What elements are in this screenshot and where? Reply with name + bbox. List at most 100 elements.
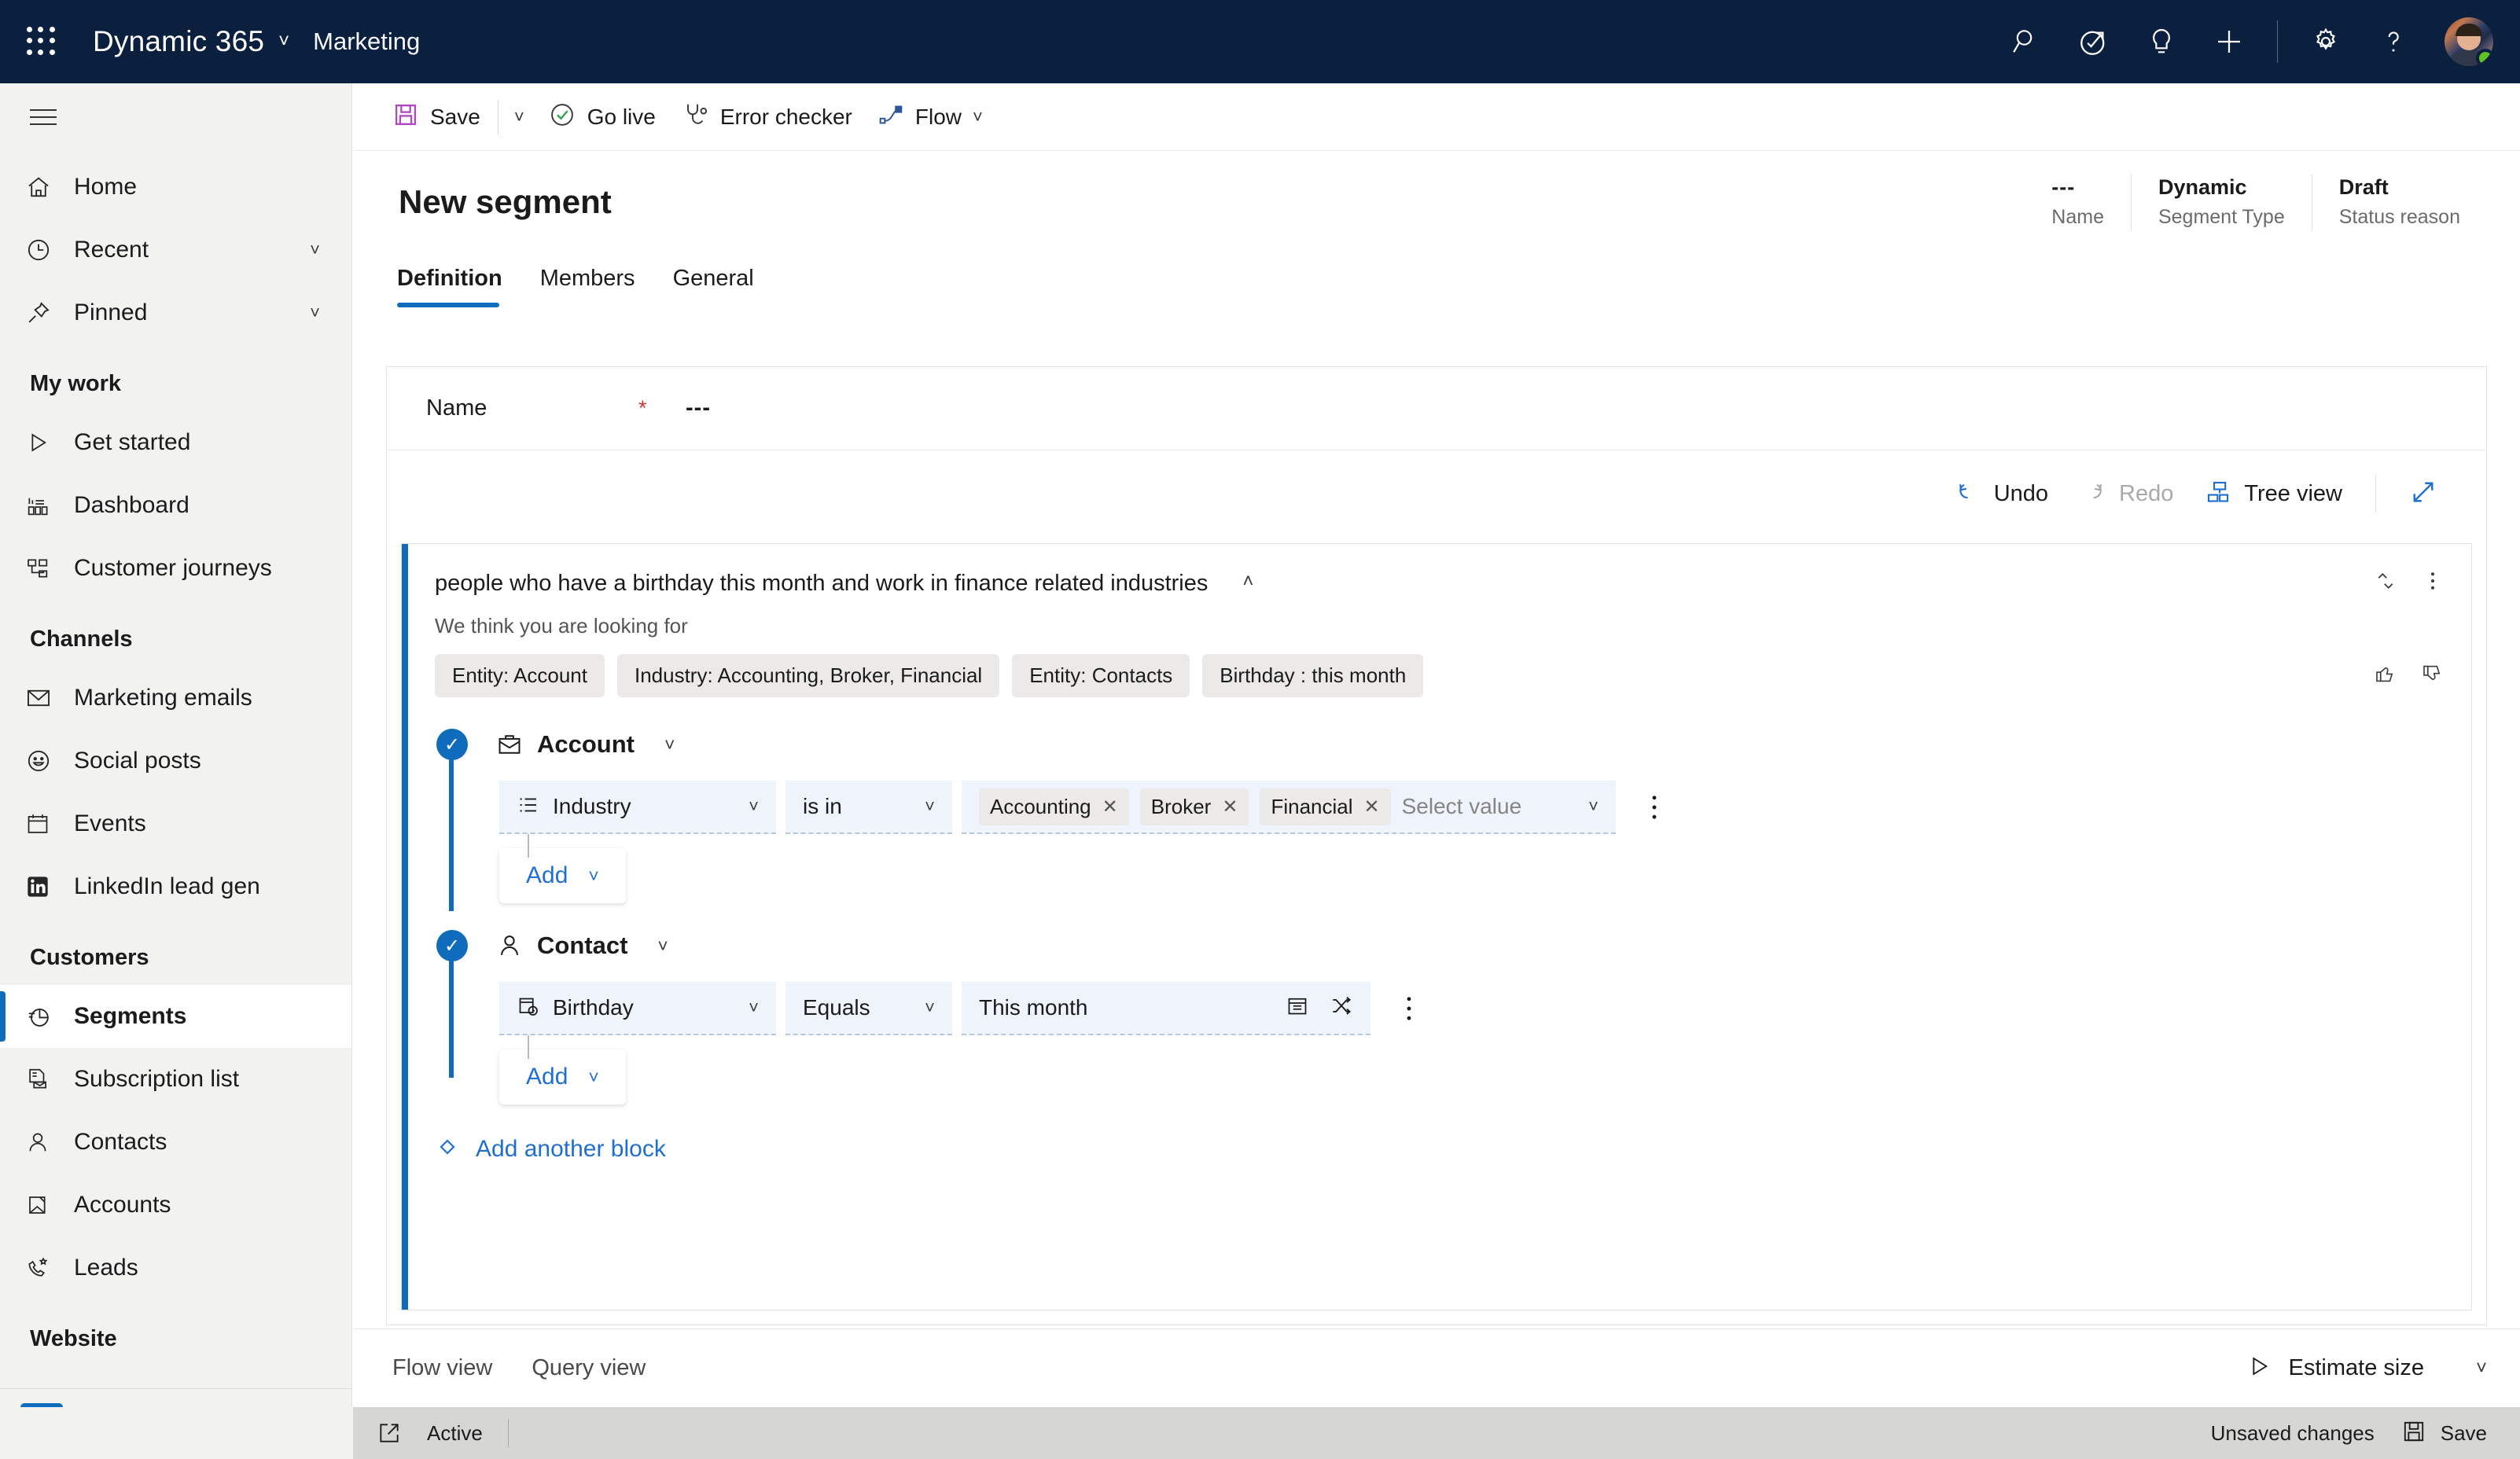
value-select-industry[interactable]: Accounting ✕ Broker ✕ Financial ✕ Select… [962, 781, 1616, 834]
gear-icon[interactable] [2292, 8, 2360, 75]
go-live-button[interactable]: Go live [535, 92, 668, 142]
suggestion-chip[interactable]: Entity: Account [435, 654, 605, 697]
suggestion-chip[interactable]: Entity: Contacts [1012, 654, 1190, 697]
sidebar-item-social-posts[interactable]: Social posts [0, 730, 351, 792]
app-launcher-waffle-icon[interactable] [24, 24, 60, 60]
flow-view-button[interactable]: Flow view [392, 1355, 492, 1381]
chevron-down-icon[interactable]: ˅ [925, 998, 935, 1018]
chevron-down-icon[interactable]: ˅ [749, 796, 759, 817]
chevron-down-icon[interactable]: ˅ [1588, 796, 1598, 817]
person-icon [496, 932, 523, 959]
query-view-button[interactable]: Query view [532, 1355, 646, 1381]
sidebar-item-recent[interactable]: Recent ˅ [0, 219, 351, 281]
flow-chevron-down-icon[interactable]: ˅ [962, 92, 994, 142]
estimate-size-button[interactable]: Estimate size [2228, 1354, 2443, 1383]
popout-icon[interactable] [377, 1420, 402, 1446]
attribute-select-industry[interactable]: Industry ˅ [499, 781, 776, 834]
sidebar-item-dashboard[interactable]: Dashboard [0, 474, 351, 537]
sidebar-item-home[interactable]: Home [0, 156, 351, 219]
user-avatar[interactable] [2445, 17, 2493, 66]
tree-view-button[interactable]: Tree view [2189, 469, 2358, 519]
value-token[interactable]: Broker ✕ [1139, 788, 1249, 825]
name-field-value[interactable]: --- [686, 395, 711, 421]
calendar-icon[interactable] [1286, 994, 1309, 1022]
sidebar-collapse-button[interactable] [0, 83, 351, 151]
value-token[interactable]: Accounting ✕ [979, 788, 1129, 825]
chevron-down-icon[interactable]: ˅ [925, 796, 935, 817]
entity-enabled-checkmark-icon[interactable]: ✓ [436, 729, 468, 760]
attribute-select-birthday[interactable]: Birthday ˅ [499, 982, 776, 1035]
chevron-down-icon[interactable]: ˅ [749, 998, 759, 1018]
sidebar-item-subscription-list[interactable]: Subscription list [0, 1048, 351, 1111]
plus-icon[interactable] [2195, 8, 2263, 75]
sidebar-item-leads[interactable]: Leads [0, 1237, 351, 1299]
collapse-all-icon[interactable] [2374, 569, 2397, 597]
chevron-down-icon[interactable]: ˅ [657, 935, 668, 957]
chevron-down-icon[interactable]: ˅ [664, 734, 675, 755]
dashboard-icon [25, 493, 68, 518]
sidebar-item-marketing-emails[interactable]: Marketing emails [0, 667, 351, 730]
chevron-up-icon[interactable]: ˄ [1242, 571, 1253, 593]
tab-members[interactable]: Members [540, 259, 653, 307]
sidebar-item-linkedin-lead-gen[interactable]: LinkedIn lead gen [0, 855, 351, 918]
sidebar-item-events[interactable]: Events [0, 792, 351, 855]
nlq-text[interactable]: people who have a birthday this month an… [435, 571, 1208, 597]
sidebar-item-contacts[interactable]: Contacts [0, 1111, 351, 1174]
lightbulb-icon[interactable] [2128, 8, 2195, 75]
thumbs-down-icon[interactable] [2421, 662, 2445, 689]
redo-button[interactable]: Redo [2064, 469, 2189, 519]
add-condition-button-contact[interactable]: Add ˅ [499, 1049, 626, 1104]
save-button[interactable]: Save [380, 92, 493, 142]
remove-token-icon[interactable]: ✕ [1364, 796, 1380, 818]
chevron-down-icon[interactable]: ˅ [310, 240, 320, 260]
save-label: Save [430, 104, 480, 129]
undo-button[interactable]: Undo [1939, 469, 2064, 519]
suggestion-chip[interactable]: Industry: Accounting, Broker, Financial [616, 654, 1000, 697]
tab-general[interactable]: General [673, 259, 771, 307]
tab-definition[interactable]: Definition [397, 259, 520, 307]
save-icon [392, 101, 419, 132]
remove-token-icon[interactable]: ✕ [1222, 796, 1238, 818]
sidebar-item-pinned[interactable]: Pinned ˅ [0, 281, 351, 344]
status-save-button[interactable]: Save [2401, 1419, 2487, 1448]
sidebar-item-label: Accounts [74, 1192, 171, 1218]
remove-token-icon[interactable]: ✕ [1102, 796, 1118, 818]
value-icons [1286, 994, 1353, 1022]
value-token[interactable]: Financial ✕ [1260, 788, 1391, 825]
chevron-down-icon[interactable]: ˅ [278, 31, 289, 53]
sidebar-item-get-started[interactable]: Get started [0, 411, 351, 474]
brand-title[interactable]: Dynamic 365 [93, 25, 264, 58]
diagnostics-icon[interactable] [2060, 8, 2128, 75]
summary-name-label: Name [2051, 206, 2104, 228]
condition-more-options-icon[interactable] [1643, 790, 1666, 825]
sidebar-item-segments[interactable]: Segments [0, 985, 351, 1048]
footer-expand-chevron-down-icon[interactable]: ˅ [2476, 1358, 2487, 1380]
help-icon[interactable] [2360, 8, 2427, 75]
add-another-block-button[interactable]: Add another block [435, 1134, 2471, 1163]
sidebar-item-customer-journeys[interactable]: Customer journeys [0, 537, 351, 600]
suggestion-chip[interactable]: Birthday : this month [1202, 654, 1424, 697]
operator-select-industry[interactable]: is in ˅ [785, 781, 952, 834]
add-block-icon [435, 1134, 460, 1163]
operator-label: Equals [803, 995, 870, 1020]
add-condition-button-account[interactable]: Add ˅ [499, 848, 626, 903]
required-indicator: * [638, 396, 647, 420]
more-options-icon[interactable] [2421, 569, 2445, 597]
thumbs-up-icon[interactable] [2374, 662, 2397, 689]
expand-editor-button[interactable] [2393, 469, 2453, 519]
value-input-birthday[interactable]: This month [962, 982, 1370, 1035]
shuffle-icon[interactable] [1330, 994, 1353, 1022]
entity-enabled-checkmark-icon[interactable]: ✓ [436, 930, 468, 961]
sidebar-item-accounts[interactable]: Accounts [0, 1174, 351, 1237]
chevron-down-icon[interactable]: ˅ [588, 1067, 598, 1088]
chevron-down-icon[interactable]: ˅ [588, 865, 598, 887]
error-checker-button[interactable]: Error checker [668, 92, 865, 142]
chevron-down-icon[interactable]: ˅ [310, 303, 320, 323]
operator-select-birthday[interactable]: Equals ˅ [785, 982, 952, 1035]
save-options-chevron-down-icon[interactable]: ˅ [503, 92, 535, 142]
condition-more-options-icon[interactable] [1397, 991, 1421, 1026]
search-icon[interactable] [1992, 8, 2060, 75]
flow-button[interactable]: Flow ˅ [865, 92, 1006, 142]
entity-header: ✓ Contact ˅ [435, 930, 2471, 961]
footer-actions: Estimate size ˅ [2228, 1354, 2520, 1383]
